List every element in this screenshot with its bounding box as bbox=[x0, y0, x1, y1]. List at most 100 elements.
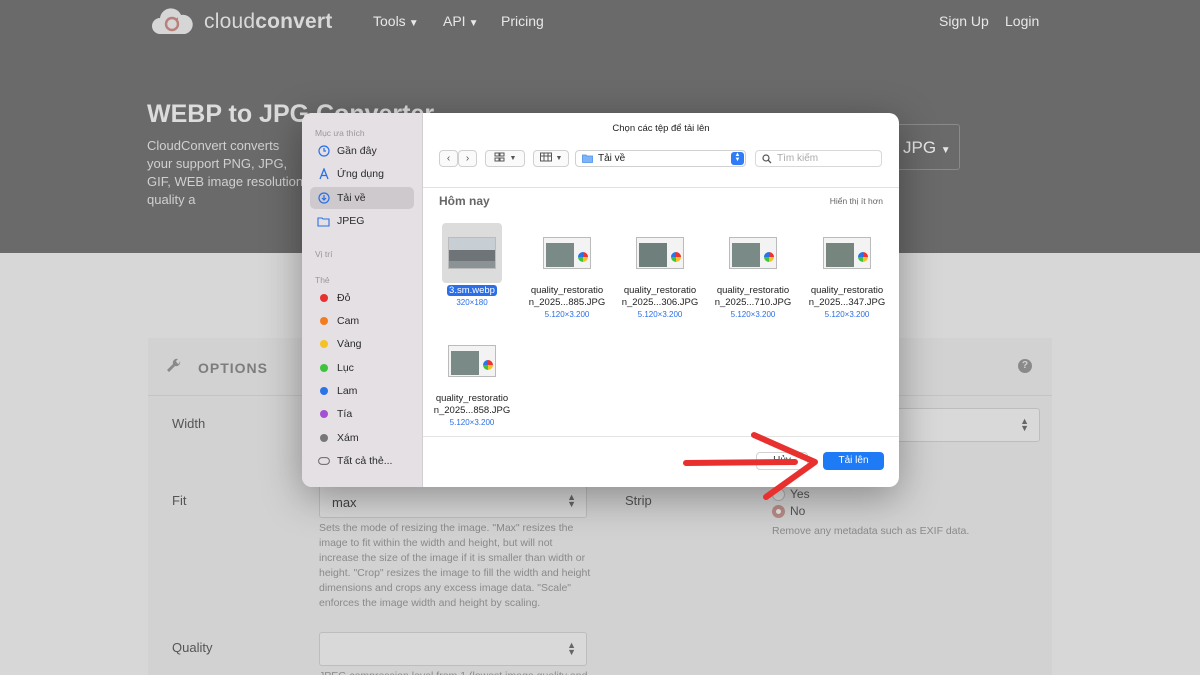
sidebar-item-label: Tất cả thẻ... bbox=[337, 455, 393, 467]
login-link[interactable]: Login bbox=[1005, 13, 1039, 29]
show-less-link[interactable]: Hiển thị ít hơn bbox=[830, 196, 883, 206]
logo-text: cloudconvert bbox=[204, 10, 333, 33]
sidebar-tag-red[interactable]: Đỏ bbox=[310, 287, 414, 309]
nav-tools[interactable]: Tools ▼ bbox=[373, 13, 419, 29]
sidebar-item-label: Lam bbox=[337, 385, 358, 397]
sidebar-item-label: Cam bbox=[337, 315, 360, 327]
group-by-button[interactable]: ▼ bbox=[533, 150, 569, 167]
fit-label: Fit bbox=[172, 493, 187, 508]
search-icon bbox=[762, 153, 772, 164]
sign-up-link[interactable]: Sign Up bbox=[939, 13, 989, 29]
file-thumbnail bbox=[723, 223, 783, 283]
cancel-button[interactable]: Hủy bbox=[756, 452, 808, 470]
file-dimensions: 5.120×3.200 bbox=[637, 310, 683, 319]
green-tag-icon bbox=[320, 364, 328, 372]
view-mode-button[interactable]: ▼ bbox=[485, 150, 525, 167]
sidebar-tag-orange[interactable]: Cam bbox=[310, 310, 414, 332]
sidebar-tag-gray[interactable]: Xám bbox=[310, 427, 414, 449]
sidebar-item-label: Gần đây bbox=[337, 145, 377, 157]
file-grid: 3.sm.webp 320×180 quality_restoratio n_20… bbox=[423, 211, 899, 436]
strip-no-radio[interactable] bbox=[772, 505, 785, 518]
options-title: OPTIONS bbox=[198, 360, 269, 376]
forward-button[interactable]: › bbox=[458, 150, 477, 167]
purple-tag-icon bbox=[320, 410, 328, 418]
file-item[interactable]: quality_restoratio n_2025...885.JPG 5.120… bbox=[519, 223, 615, 319]
image-thumbnail-icon bbox=[729, 237, 777, 269]
sidebar-item-applications[interactable]: Ứng dụng bbox=[310, 163, 414, 185]
strip-label: Strip bbox=[625, 493, 652, 508]
dialog-title: Chọn các tệp để tải lên bbox=[612, 123, 710, 134]
width-label: Width bbox=[172, 416, 206, 431]
sidebar-item-label: Lục bbox=[337, 362, 354, 374]
sidebar-item-jpeg[interactable]: JPEG bbox=[310, 210, 414, 232]
image-thumbnail-icon bbox=[448, 345, 496, 377]
upload-button[interactable]: Tải lên bbox=[823, 452, 884, 470]
sidebar-tag-yellow[interactable]: Vàng bbox=[310, 333, 414, 355]
sidebar-tag-purple[interactable]: Tía bbox=[310, 403, 414, 425]
file-name: quality_restoratio n_2025...858.JPG bbox=[433, 393, 511, 416]
nav-pricing[interactable]: Pricing bbox=[501, 13, 544, 29]
file-item[interactable]: quality_restoratio n_2025...347.JPG 5.120… bbox=[799, 223, 895, 319]
chevron-down-icon: ▼ bbox=[555, 155, 563, 162]
file-picker-dialog: Mục ưa thích Gần đây Ứng dụng Tải về JPE… bbox=[302, 113, 899, 487]
dialog-main: Chọn các tệp để tải lên ‹ › ▼ ▼ Tải về ▲… bbox=[423, 113, 899, 487]
quality-help-text: JPEG compression level from 1 (lowest im… bbox=[319, 669, 591, 675]
sidebar-item-recent[interactable]: Gần đây bbox=[310, 140, 414, 162]
output-format-select[interactable]: JPG ▼ bbox=[890, 124, 960, 170]
sidebar-item-label: Xám bbox=[337, 432, 359, 444]
back-button[interactable]: ‹ bbox=[439, 150, 458, 167]
dialog-toolbar: ‹ › ▼ ▼ Tải về ▲ ▼ Tìm kiếm bbox=[423, 150, 899, 172]
help-icon[interactable]: ? bbox=[1018, 359, 1032, 373]
chevron-right-icon: › bbox=[465, 153, 470, 164]
sidebar-tag-green[interactable]: Lục bbox=[310, 357, 414, 379]
stepper-icon: ▲ ▼ bbox=[731, 152, 744, 165]
file-dimensions: 320×180 bbox=[456, 298, 488, 307]
quality-select[interactable]: ▲ ▼ bbox=[319, 632, 587, 666]
file-dimensions: 5.120×3.200 bbox=[730, 310, 776, 319]
strip-yes-label: Yes bbox=[790, 487, 810, 501]
fit-select[interactable]: max ▲ ▼ bbox=[319, 484, 587, 518]
file-name: quality_restoratio n_2025...347.JPG bbox=[808, 285, 886, 308]
chevron-down-icon: ▼ bbox=[509, 155, 517, 162]
search-input[interactable]: Tìm kiếm bbox=[755, 150, 882, 167]
image-thumbnail-icon bbox=[543, 237, 591, 269]
stepper-icon: ▲ ▼ bbox=[1020, 416, 1029, 433]
strip-help-text: Remove any metadata such as EXIF data. bbox=[772, 525, 970, 537]
search-placeholder: Tìm kiếm bbox=[777, 153, 819, 164]
group-label: Hôm nay bbox=[439, 194, 490, 208]
locations-heading: Vị trí bbox=[315, 249, 333, 259]
sidebar-item-label: Ứng dụng bbox=[337, 168, 384, 180]
strip-yes-radio[interactable] bbox=[772, 488, 785, 501]
strip-no-label: No bbox=[790, 504, 806, 518]
sidebar-all-tags[interactable]: Tất cả thẻ... bbox=[310, 450, 414, 472]
cloud-logo-icon bbox=[150, 8, 194, 36]
downloads-icon bbox=[317, 192, 330, 205]
file-item[interactable]: quality_restoratio n_2025...710.JPG 5.120… bbox=[705, 223, 801, 319]
red-tag-icon bbox=[320, 294, 328, 302]
group-grid-icon bbox=[539, 152, 552, 165]
footer-divider bbox=[423, 436, 899, 437]
sidebar-tag-blue[interactable]: Lam bbox=[310, 380, 414, 402]
hero-description: CloudConvert converts your support PNG, … bbox=[147, 138, 307, 207]
file-item[interactable]: quality_restoratio n_2025...858.JPG 5.120… bbox=[424, 331, 520, 427]
file-name: quality_restoratio n_2025...306.JPG bbox=[621, 285, 699, 308]
blue-tag-icon bbox=[320, 387, 328, 395]
file-dimensions: 5.120×3.200 bbox=[824, 310, 870, 319]
location-select[interactable]: Tải về ▲ ▼ bbox=[575, 150, 746, 167]
sidebar-item-downloads[interactable]: Tải về bbox=[310, 187, 414, 209]
file-item[interactable]: quality_restoratio n_2025...306.JPG 5.120… bbox=[612, 223, 708, 319]
file-item[interactable]: 3.sm.webp 320×180 bbox=[424, 223, 520, 307]
file-thumbnail bbox=[630, 223, 690, 283]
favorites-heading: Mục ưa thích bbox=[315, 128, 365, 138]
nav-api[interactable]: API ▼ bbox=[443, 13, 478, 29]
image-thumbnail-icon bbox=[636, 237, 684, 269]
file-thumbnail bbox=[442, 331, 502, 391]
logo[interactable]: cloudconvert bbox=[150, 8, 332, 36]
file-name: quality_restoratio n_2025...885.JPG bbox=[528, 285, 606, 308]
folder-icon bbox=[582, 154, 593, 163]
folder-icon bbox=[317, 215, 330, 228]
sidebar-item-label: Tải về bbox=[337, 192, 366, 204]
file-thumbnail bbox=[537, 223, 597, 283]
dialog-sidebar: Mục ưa thích Gần đây Ứng dụng Tải về JPE… bbox=[302, 113, 423, 487]
clock-icon bbox=[317, 145, 330, 158]
